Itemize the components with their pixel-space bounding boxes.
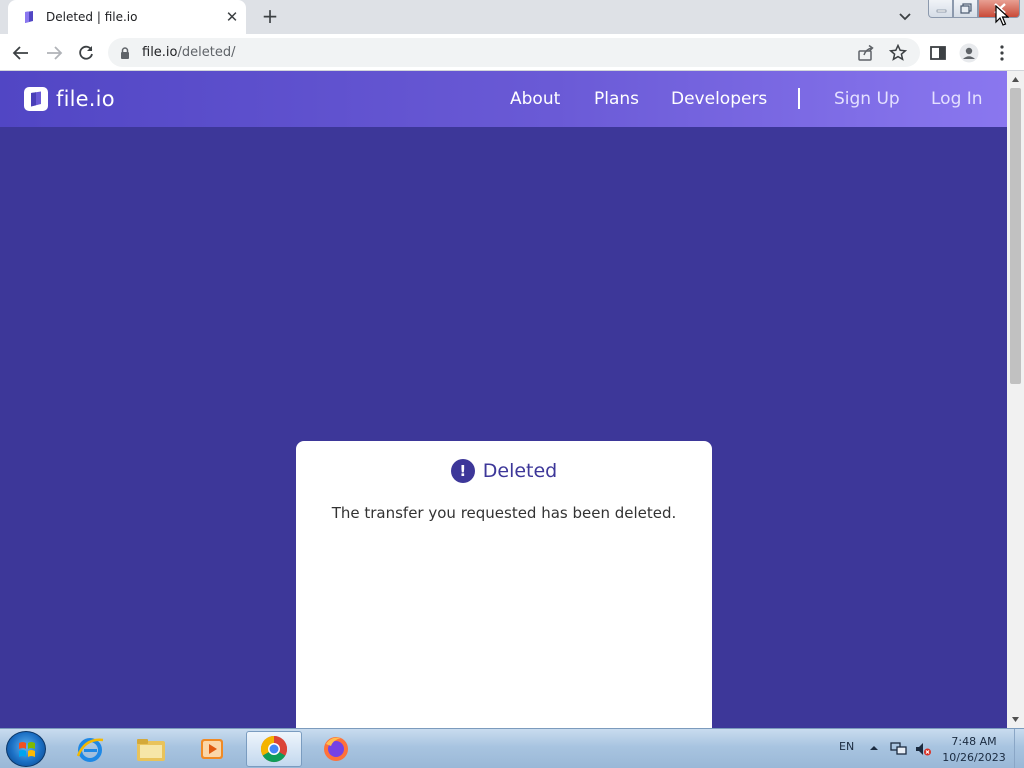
notice-header: ! Deleted bbox=[296, 459, 712, 483]
logo-text: file.io bbox=[56, 87, 115, 111]
page-viewport: file.io About Plans Developers Sign Up L… bbox=[0, 71, 1007, 728]
tab-search-chevron-icon[interactable] bbox=[895, 8, 915, 26]
notice-title: Deleted bbox=[482, 460, 558, 482]
taskbar-internet-explorer[interactable] bbox=[62, 731, 118, 767]
fileio-favicon-icon bbox=[25, 11, 33, 23]
internet-explorer-icon bbox=[76, 738, 104, 762]
network-icon[interactable] bbox=[890, 741, 908, 757]
nav-plans-link[interactable]: Plans bbox=[594, 89, 639, 109]
language-indicator[interactable]: EN bbox=[839, 740, 854, 753]
volume-muted-icon[interactable] bbox=[914, 741, 932, 757]
lock-icon[interactable] bbox=[118, 46, 132, 60]
url-text: file.io/deleted/ bbox=[142, 45, 235, 60]
exclamation-icon: ! bbox=[450, 459, 475, 483]
chrome-icon bbox=[260, 735, 288, 763]
firefox-icon bbox=[324, 737, 348, 761]
nav-log-in-link[interactable]: Log In bbox=[931, 89, 983, 109]
new-tab-button[interactable]: + bbox=[258, 6, 282, 28]
browser-toolbar: file.io/deleted/ bbox=[0, 34, 1024, 71]
scroll-thumb[interactable] bbox=[1010, 88, 1021, 384]
share-icon[interactable] bbox=[855, 42, 877, 64]
back-arrow-icon[interactable] bbox=[10, 42, 32, 64]
url-host: file.io bbox=[142, 45, 178, 60]
window-minimize-button[interactable] bbox=[928, 0, 953, 18]
show-desktop-button[interactable] bbox=[1014, 729, 1024, 768]
reload-icon[interactable] bbox=[75, 42, 97, 64]
page-scrollbar[interactable] bbox=[1007, 71, 1024, 728]
browser-menu-icon[interactable] bbox=[991, 42, 1013, 64]
address-bar[interactable]: file.io/deleted/ bbox=[108, 38, 920, 67]
start-button[interactable] bbox=[6, 731, 46, 767]
url-path: /deleted/ bbox=[177, 45, 236, 60]
windows-taskbar: EN 7:48 AM 10/26/2023 bbox=[0, 728, 1024, 768]
forward-arrow-icon[interactable] bbox=[43, 42, 65, 64]
windows-logo-icon bbox=[19, 742, 35, 757]
taskbar-file-explorer[interactable] bbox=[123, 731, 179, 767]
folder-icon bbox=[137, 739, 165, 761]
taskbar-chrome[interactable] bbox=[246, 731, 302, 767]
taskbar-clock[interactable]: 7:48 AM 10/26/2023 bbox=[938, 734, 1010, 766]
bookmark-star-icon[interactable] bbox=[887, 42, 909, 64]
clock-time: 7:48 AM bbox=[951, 735, 997, 748]
taskbar-firefox[interactable] bbox=[308, 731, 364, 767]
nav-divider bbox=[798, 88, 800, 109]
nav-about-link[interactable]: About bbox=[510, 89, 560, 109]
deleted-notice-card: ! Deleted The transfer you requested has… bbox=[296, 441, 712, 728]
clock-date: 10/26/2023 bbox=[942, 751, 1006, 764]
tab-strip: Deleted | file.io ✕ + bbox=[0, 0, 1024, 34]
profile-avatar-icon[interactable] bbox=[958, 42, 980, 64]
taskbar-media-player[interactable] bbox=[184, 731, 240, 767]
scroll-down-arrow-icon[interactable] bbox=[1011, 715, 1020, 724]
mouse-cursor-icon bbox=[995, 5, 1009, 26]
nav-sign-up-link[interactable]: Sign Up bbox=[834, 89, 900, 109]
media-player-icon bbox=[201, 739, 223, 759]
nav-developers-link[interactable]: Developers bbox=[671, 89, 767, 109]
tab-title: Deleted | file.io bbox=[46, 10, 138, 24]
tab-close-icon[interactable]: ✕ bbox=[224, 8, 240, 26]
scroll-up-arrow-icon[interactable] bbox=[1011, 75, 1020, 84]
browser-tab[interactable]: Deleted | file.io ✕ bbox=[8, 0, 246, 34]
side-panel-icon[interactable] bbox=[927, 42, 949, 64]
window-restore-button[interactable] bbox=[953, 0, 978, 18]
fileio-logo-icon bbox=[24, 87, 48, 111]
notice-message: The transfer you requested has been dele… bbox=[331, 504, 677, 522]
site-logo[interactable]: file.io bbox=[24, 87, 115, 111]
show-hidden-icons-icon[interactable] bbox=[869, 743, 879, 753]
site-header: file.io About Plans Developers Sign Up L… bbox=[0, 71, 1007, 127]
